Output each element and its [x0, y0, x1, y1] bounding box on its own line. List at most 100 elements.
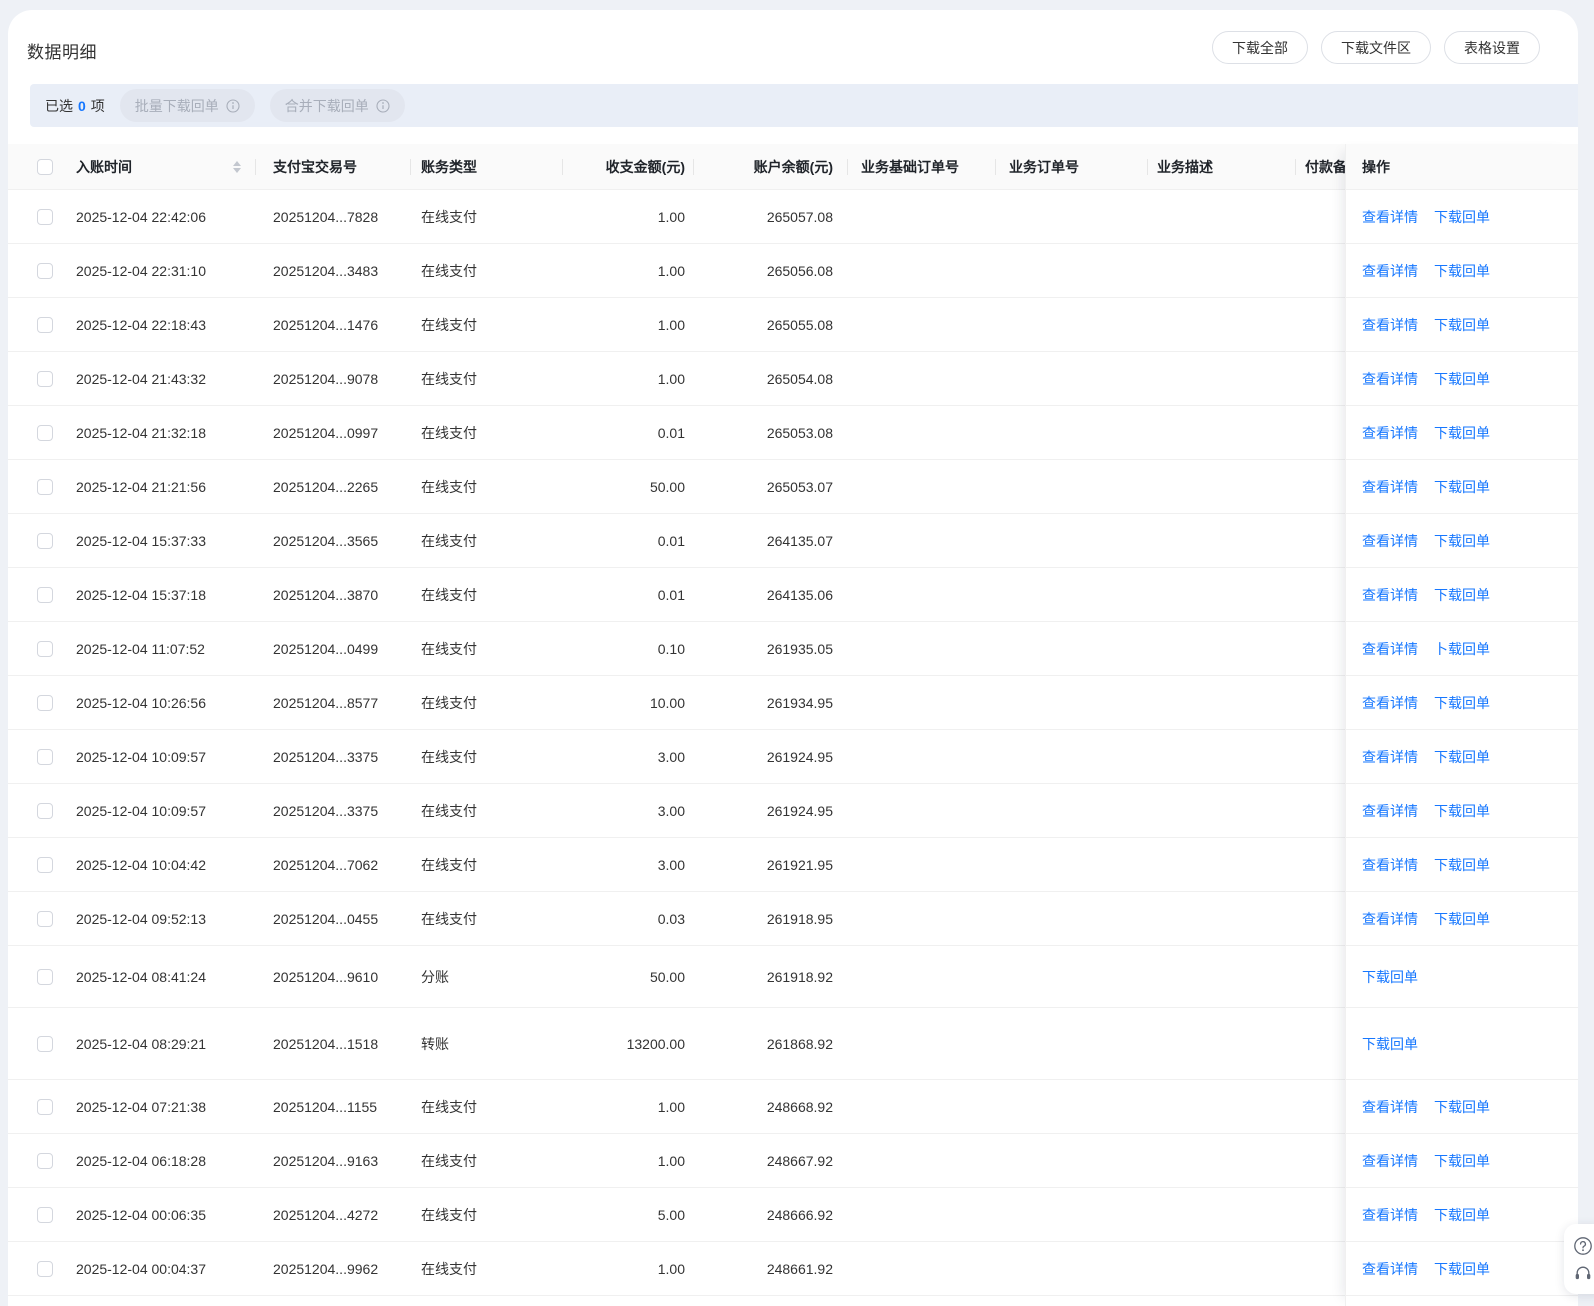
download-receipt-link[interactable]: 下载回单: [1434, 1097, 1490, 1117]
download-receipt-link[interactable]: 下载回单: [1434, 531, 1490, 551]
row-checkbox[interactable]: [37, 587, 53, 603]
view-detail-link[interactable]: 查看详情: [1362, 909, 1418, 929]
selected-info: 已选 0 项: [45, 96, 105, 116]
download-receipt-link[interactable]: 下载回单: [1434, 1205, 1490, 1225]
order-no-cell: [995, 1134, 1147, 1187]
row-checkbox[interactable]: [37, 1099, 53, 1115]
view-detail-link[interactable]: 查看详情: [1362, 1205, 1418, 1225]
order-no-cell: [995, 514, 1147, 567]
view-detail-link[interactable]: 查看详情: [1362, 1151, 1418, 1171]
view-detail-link[interactable]: 查看详情: [1362, 801, 1418, 821]
entry-time-cell: 2025-12-04 11:07:52: [66, 622, 255, 675]
download-receipt-link[interactable]: 下载回单: [1434, 315, 1490, 335]
row-checkbox[interactable]: [37, 425, 53, 441]
download-receipt-link[interactable]: 下载回单: [1434, 369, 1490, 389]
view-detail-link[interactable]: 查看详情: [1362, 531, 1418, 551]
action-row: 查看详情下载回单: [1346, 352, 1578, 406]
view-detail-link[interactable]: 查看详情: [1362, 477, 1418, 497]
download-receipt-link[interactable]: 下载回单: [1434, 693, 1490, 713]
balance-cell: 261935.05: [693, 622, 847, 675]
headset-icon[interactable]: [1573, 1263, 1593, 1283]
view-detail-link[interactable]: 查看详情: [1362, 693, 1418, 713]
view-detail-link[interactable]: 查看详情: [1362, 315, 1418, 335]
row-checkbox[interactable]: [37, 1036, 53, 1052]
alipay-txn-no-cell: 20251204...2265: [255, 460, 410, 513]
view-detail-link[interactable]: 查看详情: [1362, 747, 1418, 767]
row-checkbox[interactable]: [37, 263, 53, 279]
download-receipt-link[interactable]: 下载回单: [1434, 585, 1490, 605]
row-checkbox[interactable]: [37, 533, 53, 549]
balance-cell: 265057.08: [693, 190, 847, 243]
row-checkbox[interactable]: [37, 969, 53, 985]
row-checkbox[interactable]: [37, 317, 53, 333]
batch-download-receipt-button[interactable]: 批量下载回单: [120, 89, 255, 122]
merge-download-receipt-button[interactable]: 合并下载回单: [270, 89, 405, 122]
download-receipt-link[interactable]: 下载回单: [1434, 477, 1490, 497]
base-order-no-cell: [847, 676, 995, 729]
row-checkbox[interactable]: [37, 1207, 53, 1223]
balance-cell: 248666.92: [693, 1188, 847, 1241]
download-receipt-link[interactable]: 卜载回单: [1434, 639, 1490, 659]
description-cell: [1147, 1188, 1295, 1241]
view-detail-link[interactable]: 查看详情: [1362, 369, 1418, 389]
table-row: 2025-12-04 21:21:56 20251204...2265 在线支付…: [8, 460, 1578, 514]
download-receipt-link[interactable]: 下载回单: [1434, 1151, 1490, 1171]
download-receipt-link[interactable]: 下载回单: [1434, 855, 1490, 875]
view-detail-link[interactable]: 查看详情: [1362, 423, 1418, 443]
account-type-cell: 分账: [410, 946, 562, 1007]
row-checkbox[interactable]: [37, 911, 53, 927]
download-receipt-link[interactable]: 下载回单: [1362, 1034, 1418, 1054]
view-detail-link[interactable]: 查看详情: [1362, 1097, 1418, 1117]
view-detail-link[interactable]: 查看详情: [1362, 207, 1418, 227]
amount-cell: 50.00: [562, 946, 693, 1007]
download-receipt-link[interactable]: 下载回单: [1434, 1259, 1490, 1279]
row-checkbox[interactable]: [37, 641, 53, 657]
info-circle-icon: [226, 99, 240, 113]
order-no-cell: [995, 244, 1147, 297]
base-order-no-cell: [847, 784, 995, 837]
view-detail-link[interactable]: 查看详情: [1362, 1259, 1418, 1279]
column-header-entry-time[interactable]: 入账时间: [66, 144, 255, 189]
table-row: 2025-12-04 15:37:33 20251204...3565 在线支付…: [8, 514, 1578, 568]
row-checkbox[interactable]: [37, 1153, 53, 1169]
amount-cell: 3.00: [562, 730, 693, 783]
view-detail-link[interactable]: 查看详情: [1362, 261, 1418, 281]
alipay-txn-no-cell: 20251204...9163: [255, 1134, 410, 1187]
download-receipt-link[interactable]: 下载回单: [1434, 423, 1490, 443]
amount-cell: 0.10: [562, 622, 693, 675]
download-receipt-link[interactable]: 下载回单: [1434, 261, 1490, 281]
question-circle-icon[interactable]: [1573, 1236, 1593, 1256]
view-detail-link[interactable]: 查看详情: [1362, 585, 1418, 605]
download-file-zone-button[interactable]: 下载文件区: [1321, 31, 1431, 64]
row-checkbox[interactable]: [37, 371, 53, 387]
row-checkbox[interactable]: [37, 695, 53, 711]
base-order-no-cell: [847, 190, 995, 243]
view-detail-link[interactable]: 查看详情: [1362, 855, 1418, 875]
balance-cell: 265055.08: [693, 298, 847, 351]
row-checkbox[interactable]: [37, 479, 53, 495]
row-checkbox[interactable]: [37, 1261, 53, 1277]
alipay-txn-no-cell: 20251204...1155: [255, 1080, 410, 1133]
row-checkbox[interactable]: [37, 209, 53, 225]
download-receipt-link[interactable]: 下载回单: [1434, 207, 1490, 227]
description-cell: [1147, 244, 1295, 297]
download-receipt-link[interactable]: 下载回单: [1362, 967, 1418, 987]
row-checkbox[interactable]: [37, 803, 53, 819]
action-row: 查看详情下载回单: [1346, 730, 1578, 784]
row-checkbox[interactable]: [37, 749, 53, 765]
download-receipt-link[interactable]: 下载回单: [1434, 801, 1490, 821]
table-row: 2025-12-04 10:09:57 20251204...3375 在线支付…: [8, 730, 1578, 784]
row-checkbox[interactable]: [37, 857, 53, 873]
table-settings-button[interactable]: 表格设置: [1444, 31, 1540, 64]
download-receipt-link[interactable]: 下载回单: [1434, 909, 1490, 929]
account-type-cell: 在线支付: [410, 1080, 562, 1133]
sort-carets-icon[interactable]: [233, 161, 241, 173]
table-header-row: 入账时间 支付宝交易号 账务类型 收支金额(元) 账户余额(元) 业务基础订单号…: [8, 144, 1578, 190]
entry-time-cell: 2025-12-04 15:37:18: [66, 568, 255, 621]
select-all-checkbox[interactable]: [37, 159, 53, 175]
download-receipt-link[interactable]: 下载回单: [1434, 747, 1490, 767]
download-all-button[interactable]: 下载全部: [1212, 31, 1308, 64]
balance-cell: 248667.92: [693, 1134, 847, 1187]
account-type-cell: 在线支付: [410, 460, 562, 513]
view-detail-link[interactable]: 查看详情: [1362, 639, 1418, 659]
